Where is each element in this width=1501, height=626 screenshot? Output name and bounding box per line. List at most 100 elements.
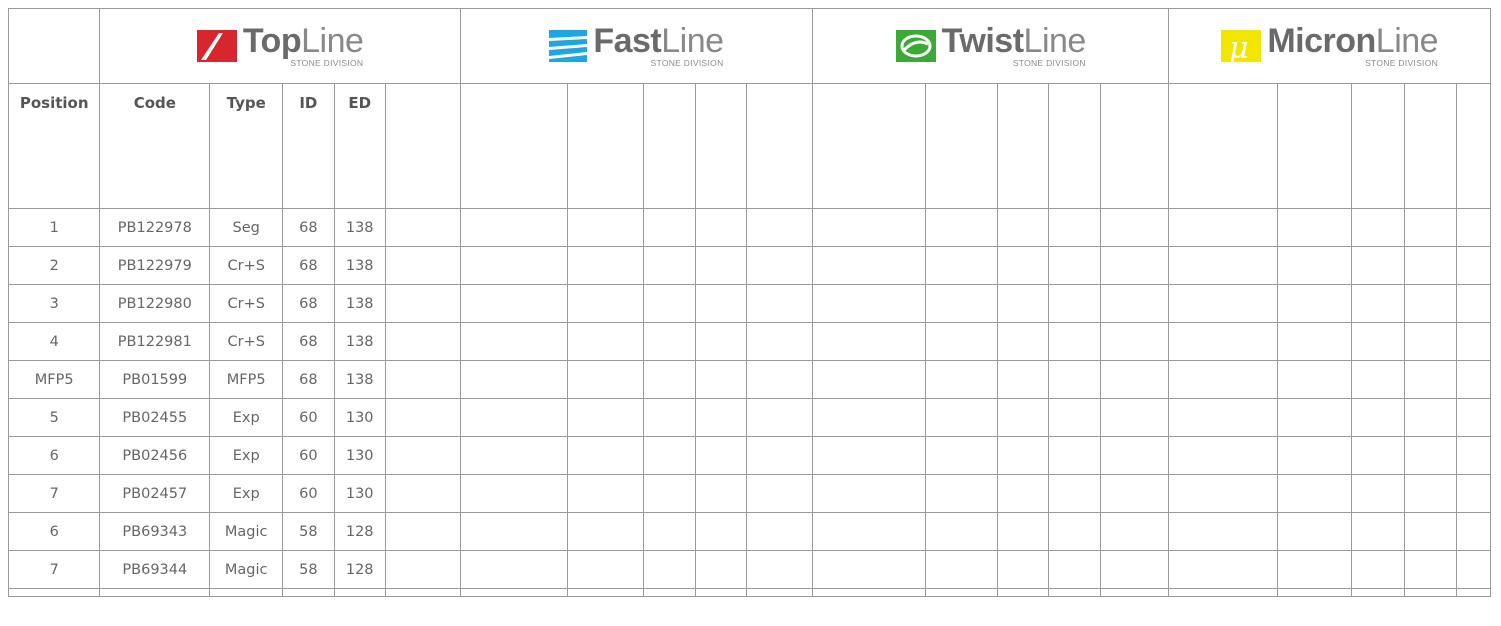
empty-header-cell [566,83,644,209]
empty-cell [384,360,461,399]
empty-cell [642,208,696,247]
id-cell: 60 [282,474,335,513]
column-header-code: Code [99,83,211,209]
empty-cell [566,474,644,513]
empty-cell [1455,398,1492,437]
empty-cell [1168,360,1279,399]
empty-cell [812,588,927,597]
empty-cell [459,550,568,589]
micronline-logo-icon: μ [1221,30,1262,62]
empty-cell [566,436,644,475]
fastline-logo-icon [549,30,588,62]
type-cell: Magic [209,550,284,589]
empty-header-cell [1168,83,1279,209]
empty-cell [925,246,998,285]
empty-cell [812,550,927,589]
topline-wordmark: TopLine STONE DIVISION [242,22,364,69]
empty-cell [996,436,1050,475]
brand-header-row: TopLine STONE DIVISION FastLine STONE DI… [7,8,1491,84]
empty-cell [996,398,1050,437]
empty-cell [1099,208,1170,247]
empty-cell [566,360,644,399]
empty-cell [812,322,927,361]
empty-cell [566,512,644,551]
empty-cell [746,474,814,513]
ed-cell: 130 [333,398,386,437]
empty-cell [1351,360,1405,399]
empty-cell [459,588,568,597]
empty-cell [1403,322,1457,361]
empty-cell [996,360,1050,399]
empty-cell [1403,512,1457,551]
empty-cell [1168,588,1279,597]
position-cell: 4 [7,322,101,361]
empty-cell [99,588,211,597]
empty-cell [384,512,461,551]
position-cell: 6 [7,512,101,551]
column-header-type: Type [209,83,284,209]
table-row: 7 PB69344 Magic 58 128 [7,550,1492,589]
empty-cell [996,322,1050,361]
empty-cell [925,474,998,513]
empty-cell [1168,322,1279,361]
empty-cell [1168,474,1279,513]
code-cell: PB69344 [99,550,211,589]
empty-cell [7,588,101,597]
empty-header-cell [996,83,1050,209]
type-cell: Exp [209,398,284,437]
type-cell: Exp [209,436,284,475]
empty-cell [1048,398,1101,437]
empty-cell [642,284,696,323]
ed-cell: 138 [333,360,386,399]
empty-cell [746,208,814,247]
empty-cell [1048,360,1101,399]
empty-cell [746,436,814,475]
empty-cell [384,208,461,247]
empty-cell [746,550,814,589]
empty-cell [1168,246,1279,285]
empty-cell [384,474,461,513]
empty-cell [694,588,748,597]
empty-cell [1403,588,1457,597]
empty-cell [694,246,748,285]
empty-cell [925,322,998,361]
id-cell: 68 [282,360,335,399]
empty-cell [642,322,696,361]
empty-cell [1403,360,1457,399]
empty-cell [925,436,998,475]
empty-cell [1099,322,1170,361]
empty-cell [1403,550,1457,589]
empty-cell [1048,512,1101,551]
empty-cell [1455,588,1492,597]
empty-header-cell [1403,83,1457,209]
empty-cell [459,474,568,513]
empty-header-cell [694,83,748,209]
empty-cell [1403,436,1457,475]
empty-cell [1277,436,1353,475]
id-cell: 68 [282,246,335,285]
table-row: 1 PB122978 Seg 68 138 [7,208,1492,247]
empty-cell [1277,284,1353,323]
table-row: 5 PB02455 Exp 60 130 [7,398,1492,437]
table-row: 3 PB122980 Cr+S 68 138 [7,284,1492,323]
empty-cell [694,474,748,513]
empty-header-cell [812,83,927,209]
type-cell: Exp [209,474,284,513]
empty-cell [1351,436,1405,475]
empty-cell [642,588,696,597]
empty-cell [1099,512,1170,551]
code-cell: PB69343 [99,512,211,551]
table-row: 7 PB02457 Exp 60 130 [7,474,1492,513]
id-cell: 68 [282,208,335,247]
position-cell: 7 [7,474,101,513]
empty-cell [1455,208,1492,247]
position-cell: 1 [7,208,101,247]
ed-cell: 138 [333,284,386,323]
empty-cell [1099,474,1170,513]
empty-cell [694,436,748,475]
empty-cell [566,398,644,437]
code-cell: PB02455 [99,398,211,437]
empty-cell [1048,436,1101,475]
empty-cell [209,588,284,597]
id-cell: 68 [282,284,335,323]
